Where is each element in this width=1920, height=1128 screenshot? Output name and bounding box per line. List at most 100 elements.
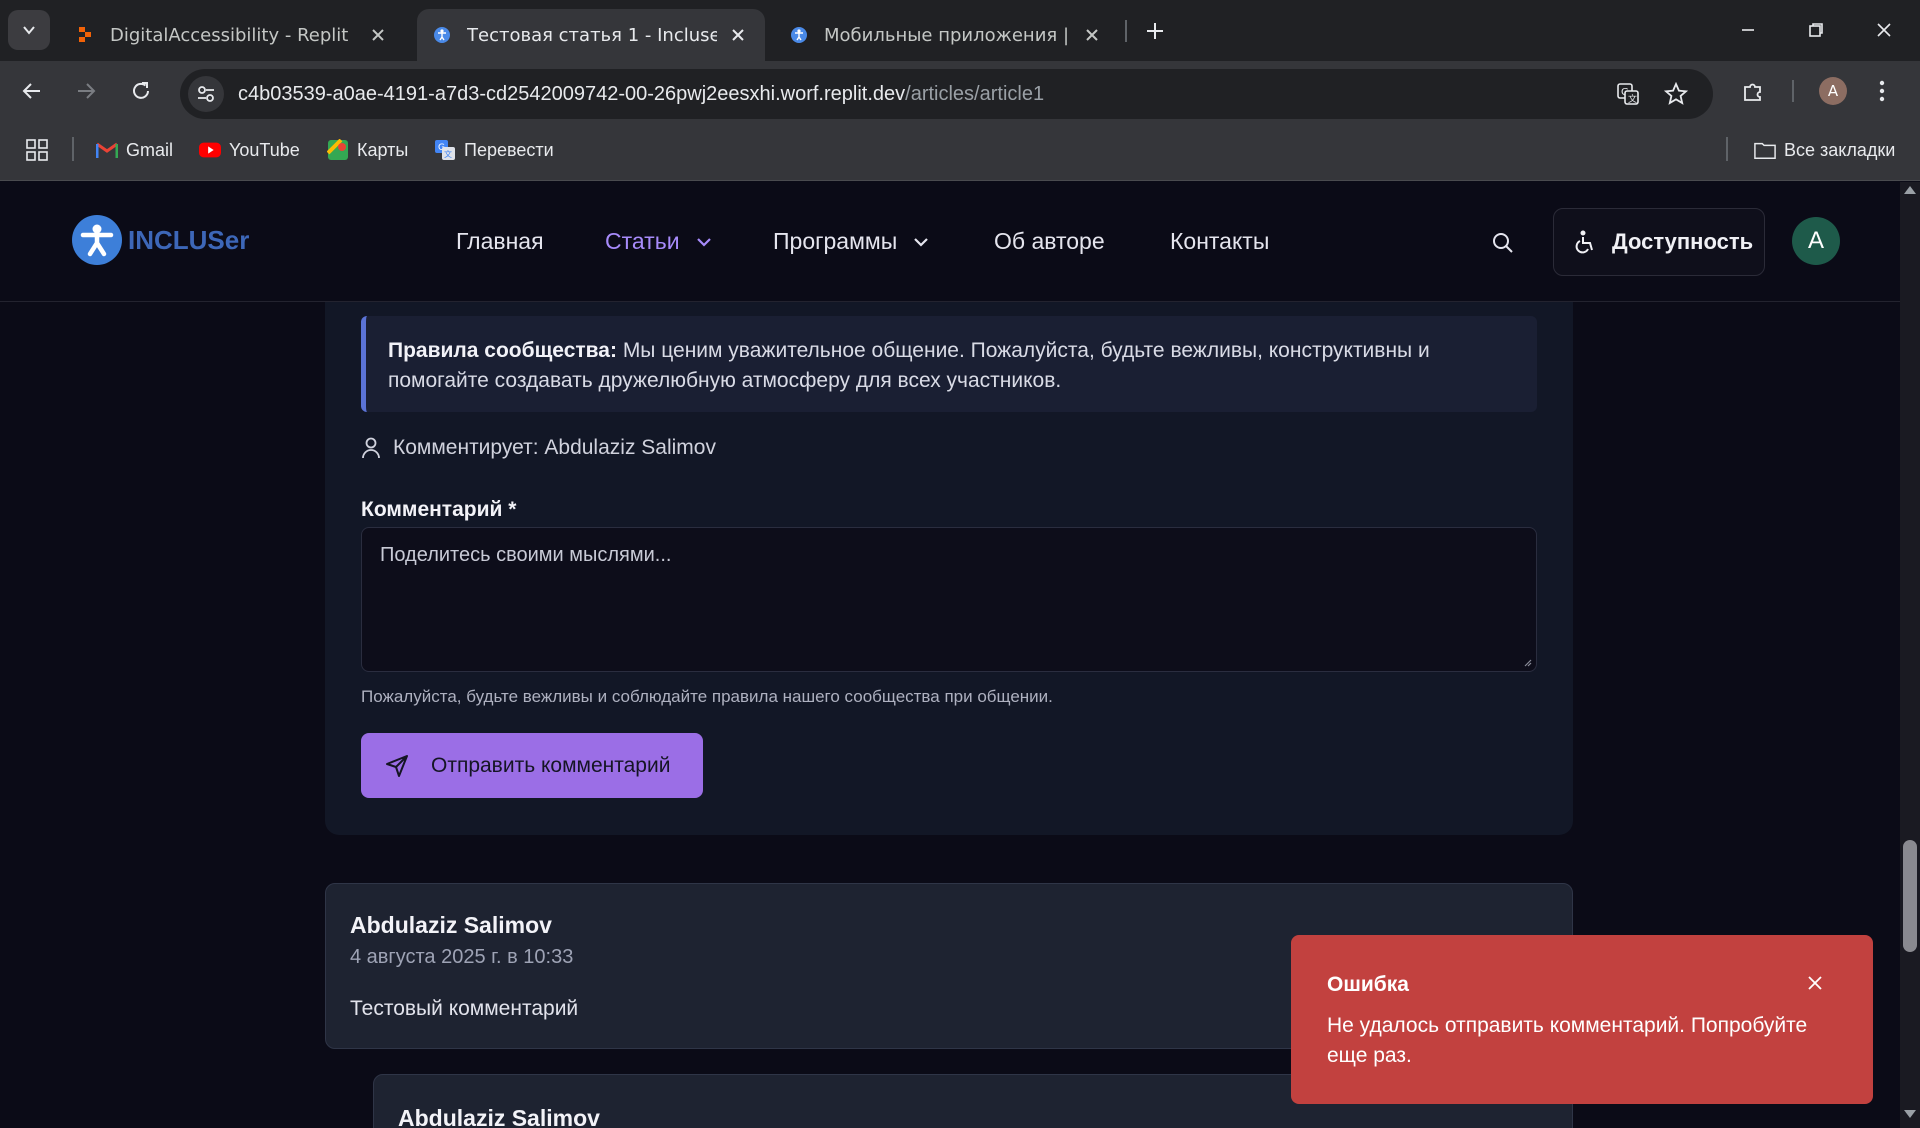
reply-author: Abdulaziz Salimov <box>398 1105 600 1128</box>
toolbar-divider <box>1792 80 1794 102</box>
back-button[interactable] <box>14 73 50 109</box>
comment-author: Abdulaziz Salimov <box>350 912 552 938</box>
reload-button[interactable] <box>123 73 159 109</box>
bookmark-label: Gmail <box>126 139 174 160</box>
comment-field-label: Комментарий * <box>361 498 517 521</box>
bookmark-maps[interactable]: Карты <box>327 135 408 165</box>
bookmark-label: Все закладки <box>1784 139 1896 160</box>
forward-button[interactable] <box>68 73 104 109</box>
profile-button[interactable]: A <box>1815 73 1851 109</box>
resize-grip-icon[interactable] <box>1522 657 1532 667</box>
tune-icon <box>198 86 214 102</box>
tab-replit[interactable]: DigitalAccessibility - Replit <box>60 9 405 61</box>
puzzle-icon <box>1744 83 1761 101</box>
site-search-button[interactable] <box>1486 226 1520 260</box>
translate-icon: G文 <box>1617 83 1639 105</box>
bookmarks-divider <box>1726 137 1728 161</box>
tab-article[interactable]: Тестовая статья 1 - Incluser <box>417 9 765 61</box>
replit-favicon-icon <box>79 27 91 42</box>
new-tab-button[interactable] <box>1138 14 1172 48</box>
tab-title: DigitalAccessibility - Replit <box>110 24 349 46</box>
wheelchair-icon <box>1574 230 1596 254</box>
more-vertical-icon <box>1879 80 1885 102</box>
star-icon <box>1664 82 1688 105</box>
restore-icon <box>1809 23 1823 37</box>
comment-textarea[interactable]: Поделитесь своими мыслями... <box>361 527 1537 672</box>
bookmark-translate[interactable]: G文 Перевести <box>434 135 554 165</box>
nav-contacts[interactable]: Контакты <box>1170 228 1269 255</box>
nav-label: Главная <box>456 228 544 254</box>
search-icon <box>1493 233 1513 253</box>
gmail-icon <box>96 139 118 161</box>
submit-comment-button[interactable]: Отправить комментарий <box>361 733 703 798</box>
site-info-button[interactable] <box>188 76 224 112</box>
apps-grid-icon <box>26 139 48 161</box>
nav-label: Об авторе <box>994 228 1105 254</box>
scroll-down-arrow-icon[interactable] <box>1904 1110 1916 1118</box>
nav-about[interactable]: Об авторе <box>994 228 1105 255</box>
comment-hint: Пожалуйста, будьте вежливы и соблюдайте … <box>361 687 1053 706</box>
apps-button[interactable] <box>26 135 48 165</box>
bookmark-label: YouTube <box>229 139 300 160</box>
tab-search-button[interactable] <box>8 10 50 50</box>
bookmark-star-button[interactable] <box>1658 76 1694 112</box>
logo-text: INCLUSer <box>128 224 250 255</box>
site-logo[interactable]: INCLUSer <box>72 215 249 265</box>
restore-button[interactable] <box>1792 12 1840 48</box>
chevron-down-icon <box>913 237 929 247</box>
avatar[interactable]: A <box>1792 217 1840 265</box>
scrollbar-thumb[interactable] <box>1903 840 1917 952</box>
toast-title: Ошибка <box>1327 973 1409 996</box>
tab-title: Тестовая статья 1 - Incluser <box>467 24 717 46</box>
scroll-up-arrow-icon[interactable] <box>1904 186 1916 194</box>
nav-articles[interactable]: Статьи <box>605 228 712 255</box>
close-icon <box>1808 976 1822 990</box>
url-path: /articles/article1 <box>905 82 1045 105</box>
tab-mobile-apps[interactable]: Мобильные приложения | Incluser <box>774 9 1119 61</box>
url-host: c4b03539-a0ae-4191-a7d3-cd2542009742-00-… <box>238 82 906 105</box>
nav-programs[interactable]: Программы <box>773 228 929 255</box>
extensions-button[interactable] <box>1735 73 1771 109</box>
arrow-left-icon <box>22 83 40 99</box>
submit-label: Отправить комментарий <box>431 753 671 777</box>
minimize-button[interactable] <box>1724 12 1772 48</box>
accessibility-favicon-icon <box>791 27 807 43</box>
page-scrollbar[interactable] <box>1900 182 1920 1128</box>
close-icon[interactable] <box>727 24 749 46</box>
browser-menu-button[interactable] <box>1864 73 1900 109</box>
tab-title: Мобильные приложения | Incluser <box>824 24 1071 46</box>
bookmark-youtube[interactable]: YouTube <box>199 135 300 165</box>
close-icon[interactable] <box>367 24 389 46</box>
maps-icon <box>327 139 349 161</box>
close-window-button[interactable] <box>1860 12 1908 48</box>
chevron-down-icon <box>696 237 712 247</box>
commenter-info: Комментирует: Abdulaziz Salimov <box>361 436 716 460</box>
nav-home[interactable]: Главная <box>456 228 544 255</box>
address-bar[interactable]: c4b03539-a0ae-4191-a7d3-cd2542009742-00-… <box>180 69 1713 119</box>
community-rules-notice: Правила сообщества: Мы ценим уважительно… <box>361 316 1537 412</box>
bookmark-label: Перевести <box>464 139 554 160</box>
youtube-icon <box>199 139 221 161</box>
site-header: INCLUSer Главная Статьи Программы Об авт… <box>0 182 1900 302</box>
tab-separator <box>1125 20 1127 42</box>
accessibility-favicon-icon <box>434 27 450 43</box>
rules-title: Правила сообщества: <box>388 339 617 362</box>
plus-icon <box>1147 23 1163 39</box>
nav-label: Статьи <box>605 228 680 254</box>
bookmarks-divider <box>72 137 74 161</box>
bookmark-gmail[interactable]: Gmail <box>96 135 173 165</box>
browser-tab-bar: DigitalAccessibility - Replit Тестовая с… <box>0 0 1920 61</box>
bookmarks-bar: Gmail YouTube Карты G文 Перевести Все зак… <box>0 121 1920 181</box>
minimize-icon <box>1742 29 1754 31</box>
all-bookmarks-button[interactable]: Все закладки <box>1754 135 1895 165</box>
nav-label: Программы <box>773 228 898 254</box>
translate-page-button[interactable]: G文 <box>1610 76 1646 112</box>
send-icon <box>385 754 409 778</box>
toast-close-button[interactable] <box>1801 969 1829 997</box>
arrow-right-icon <box>78 83 96 99</box>
commenter-label: Комментирует: Abdulaziz Salimov <box>393 436 716 459</box>
toast-message: Не удалось отправить комментарий. Попроб… <box>1327 1014 1808 1067</box>
svg-text:文: 文 <box>1628 93 1637 105</box>
accessibility-button[interactable]: Доступность <box>1553 208 1765 276</box>
close-icon[interactable] <box>1081 24 1103 46</box>
